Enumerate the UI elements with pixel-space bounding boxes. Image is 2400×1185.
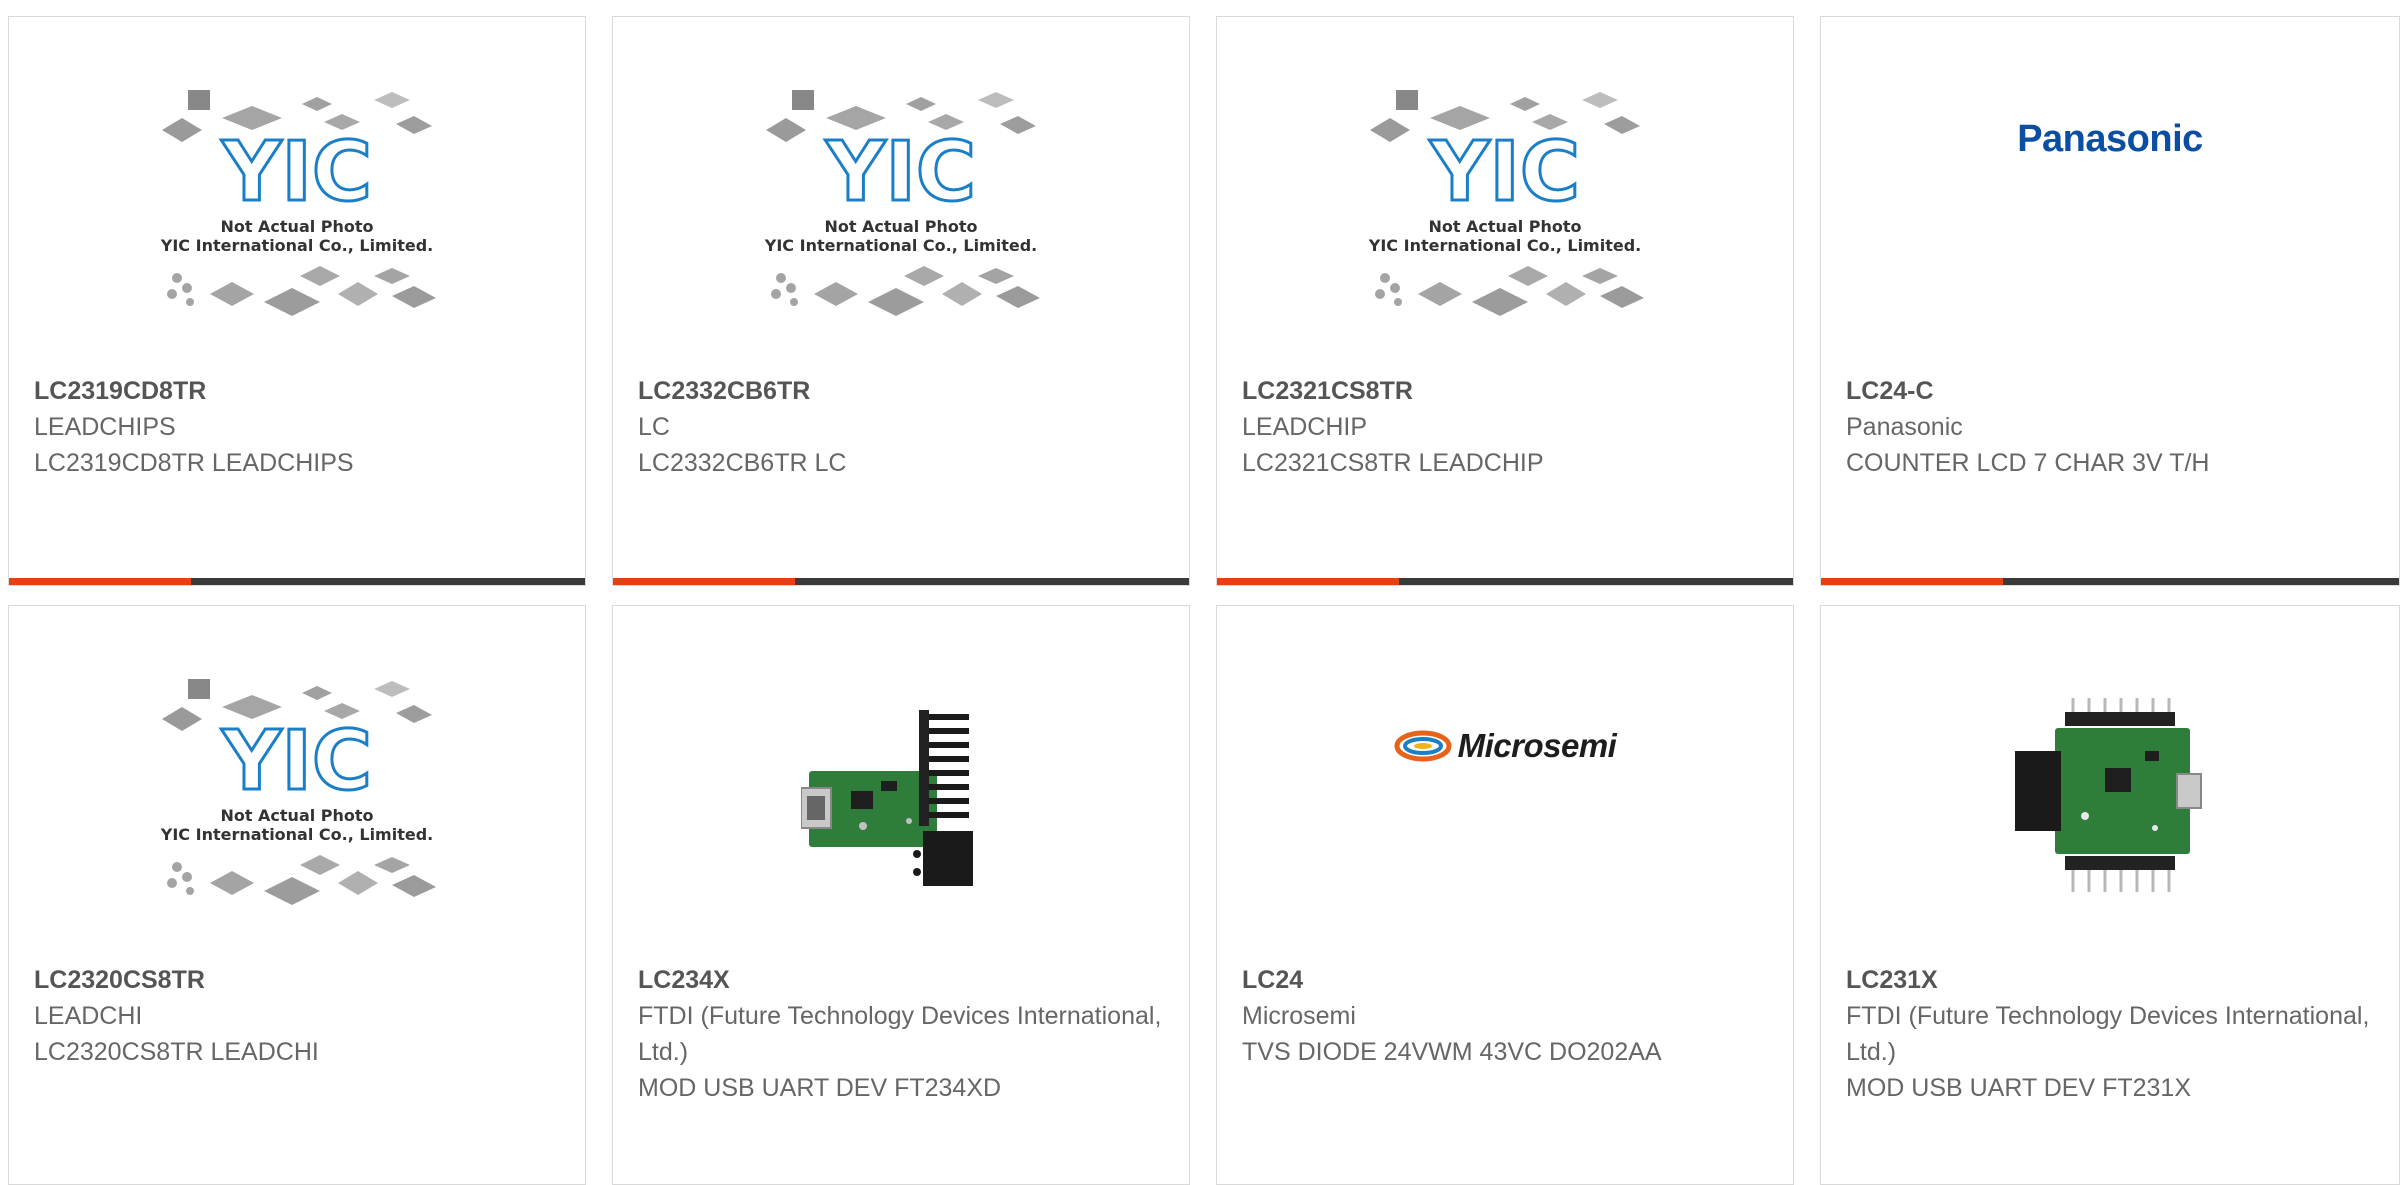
product-image[interactable]: YIC Not Actual Photo YIC International C… (9, 646, 585, 946)
manufacturer: FTDI (Future Technology Devices Internat… (638, 1002, 1162, 1066)
placeholder-line2: YIC International Co., Limited. (764, 236, 1037, 255)
placeholder-line2: YIC International Co., Limited. (1368, 236, 1641, 255)
product-card[interactable]: YIC Not Actual Photo YIC International C… (612, 16, 1190, 586)
yic-logo: YIC (221, 125, 372, 220)
yic-placeholder-image: YIC Not Actual Photo YIC International C… (1368, 90, 1644, 316)
description: LC2332CB6TR LC (638, 449, 847, 477)
manufacturer: Microsemi (1242, 1002, 1356, 1030)
yic-placeholder-image: YIC Not Actual Photo YIC International C… (764, 90, 1040, 316)
part-number[interactable]: LC231X (1846, 962, 1938, 998)
product-card[interactable]: YIC Not Actual Photo YIC International C… (1216, 16, 1794, 586)
placeholder-line1: Not Actual Photo (1428, 217, 1581, 236)
product-grid: YIC Not Actual Photo YIC International C… (0, 0, 2400, 1185)
product-image[interactable]: YIC Not Actual Photo YIC International C… (9, 57, 585, 357)
description: TVS DIODE 24VWM 43VC DO202AA (1242, 1038, 1662, 1066)
pcb-module-photo (801, 710, 973, 886)
card-bottom-bar (9, 578, 585, 585)
product-image[interactable]: YIC Not Actual Photo YIC International C… (613, 57, 1189, 357)
description: MOD USB UART DEV FT234XD (638, 1074, 1002, 1102)
product-image[interactable]: Panasonic (1821, 57, 2399, 357)
description: COUNTER LCD 7 CHAR 3V T/H (1846, 449, 2210, 477)
yic-logo: YIC (221, 714, 372, 809)
product-card[interactable]: LC231X FTDI (Future Technology Devices I… (1820, 605, 2400, 1185)
microsemi-logo: Microsemi (1457, 727, 1617, 764)
manufacturer: FTDI (Future Technology Devices Internat… (1846, 1002, 2370, 1066)
yic-logo: YIC (825, 125, 976, 220)
part-number[interactable]: LC2320CS8TR (34, 962, 205, 998)
product-card[interactable]: YIC Not Actual Photo YIC International C… (8, 16, 586, 586)
manufacturer: LEADCHI (34, 1002, 143, 1030)
manufacturer-logo-image: Microsemi (1394, 727, 1617, 765)
pcb-module-photo (2015, 698, 2202, 892)
manufacturer-logo-image: Panasonic (2017, 118, 2203, 161)
placeholder-line1: Not Actual Photo (220, 217, 373, 236)
card-accent-bar (1821, 578, 2003, 585)
card-bottom-bar (613, 578, 1189, 585)
placeholder-line2: YIC International Co., Limited. (160, 825, 433, 844)
panasonic-logo: Panasonic (2017, 118, 2203, 160)
product-card[interactable]: Microsemi LC24 Microsemi TVS DIODE 24VWM… (1216, 605, 1794, 1185)
manufacturer: LEADCHIP (1242, 413, 1368, 441)
part-number[interactable]: LC2321CS8TR (1242, 373, 1413, 409)
placeholder-line1: Not Actual Photo (220, 806, 373, 825)
part-number[interactable]: LC234X (638, 962, 730, 998)
product-card[interactable]: LC234X FTDI (Future Technology Devices I… (612, 605, 1190, 1185)
description: LC2319CD8TR LEADCHIPS (34, 449, 354, 477)
part-number[interactable]: LC24 (1242, 962, 1303, 998)
part-number[interactable]: LC2319CD8TR (34, 373, 206, 409)
product-image[interactable]: YIC Not Actual Photo YIC International C… (1217, 57, 1793, 357)
description: MOD USB UART DEV FT231X (1846, 1074, 2191, 1102)
card-bottom-bar (1217, 578, 1793, 585)
manufacturer: LC (638, 413, 670, 441)
product-card[interactable]: YIC Not Actual Photo YIC International C… (8, 605, 586, 1185)
card-accent-bar (1217, 578, 1399, 585)
product-image[interactable] (1821, 646, 2399, 946)
part-number[interactable]: LC24-C (1846, 373, 1934, 409)
manufacturer: Panasonic (1846, 413, 1963, 441)
product-image[interactable]: Microsemi (1217, 646, 1793, 946)
part-number[interactable]: LC2332CB6TR (638, 373, 810, 409)
card-accent-bar (9, 578, 191, 585)
product-card[interactable]: Panasonic LC24-C Panasonic COUNTER LCD 7… (1820, 16, 2400, 586)
yic-placeholder-image: YIC Not Actual Photo YIC International C… (160, 679, 436, 905)
manufacturer: LEADCHIPS (34, 413, 176, 441)
placeholder-line2: YIC International Co., Limited. (160, 236, 433, 255)
card-bottom-bar (1821, 578, 2399, 585)
yic-placeholder-image: YIC Not Actual Photo YIC International C… (160, 90, 436, 316)
description: LC2321CS8TR LEADCHIP (1242, 449, 1544, 477)
placeholder-line1: Not Actual Photo (824, 217, 977, 236)
microsemi-swirl-icon (1394, 730, 1452, 762)
description: LC2320CS8TR LEADCHI (34, 1038, 319, 1066)
card-accent-bar (613, 578, 795, 585)
yic-logo: YIC (1429, 125, 1580, 220)
product-image[interactable] (613, 646, 1189, 946)
